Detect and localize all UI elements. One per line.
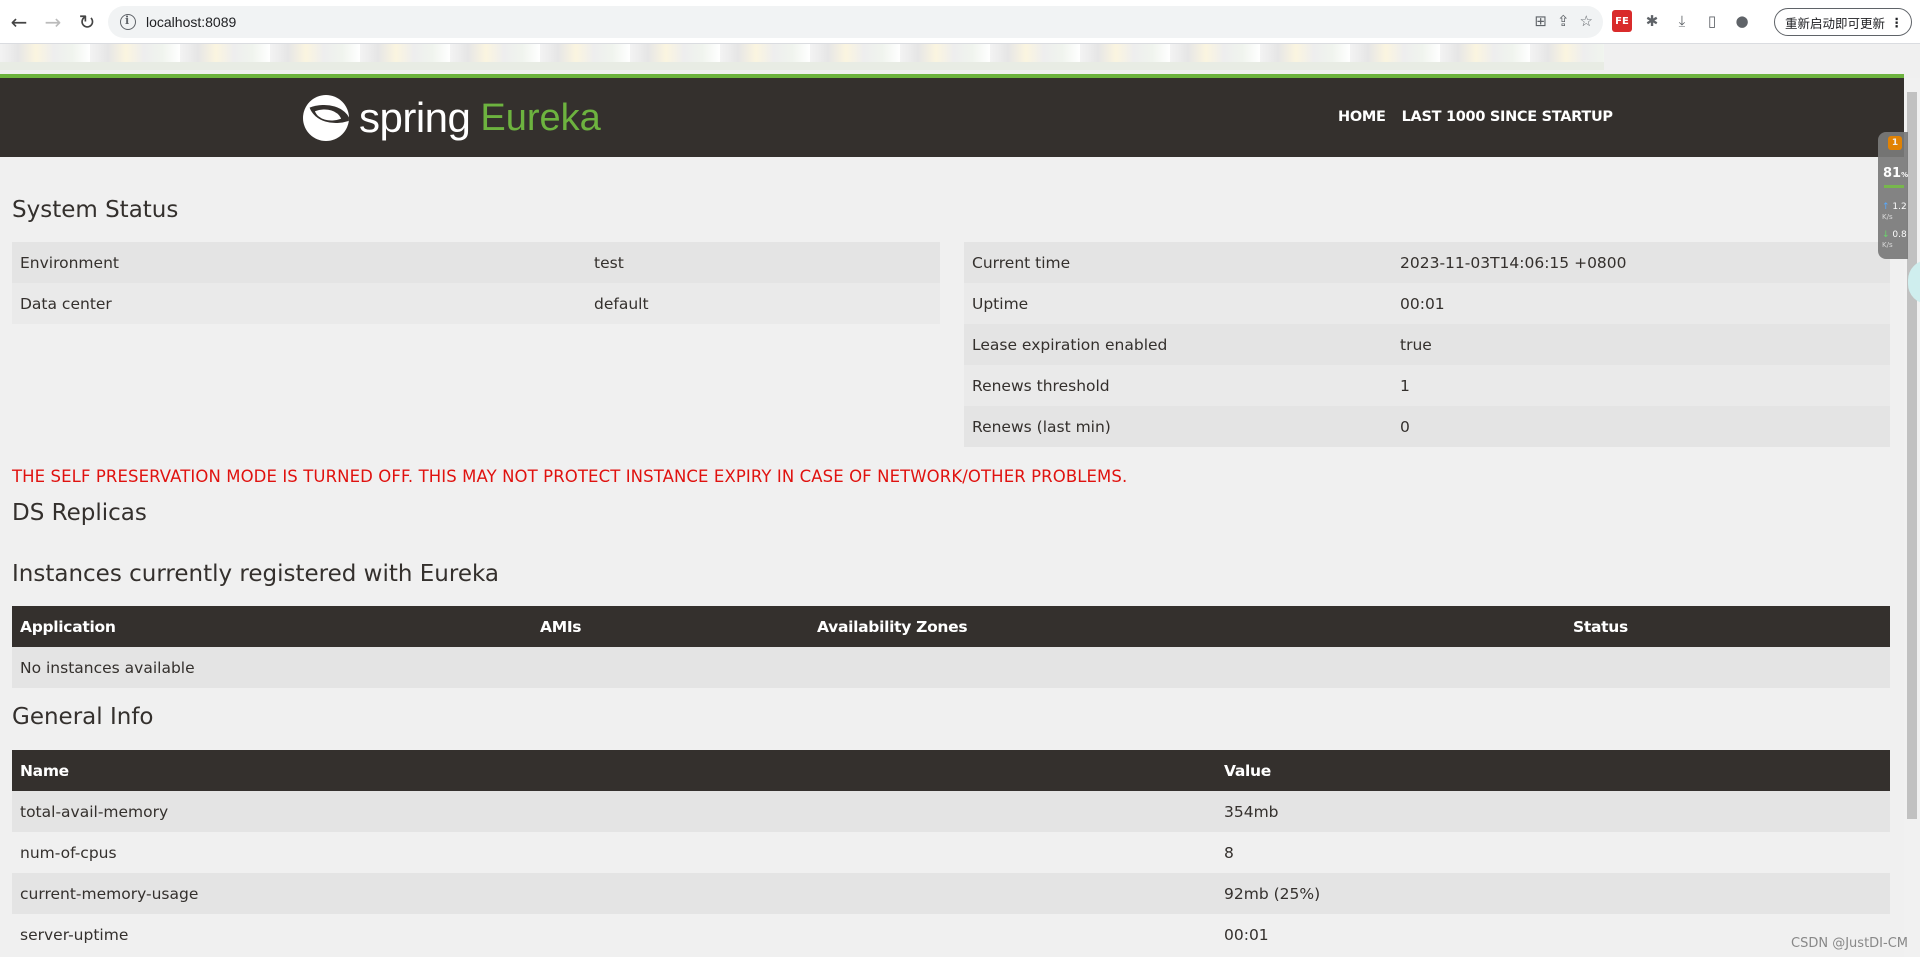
- menu-dots-icon[interactable]: ⋮: [1891, 15, 1904, 30]
- download-arrow-icon: ↓: [1882, 230, 1890, 240]
- table-cell-label: Renews (last min): [964, 406, 1392, 447]
- extension-fe-icon[interactable]: FE: [1612, 10, 1632, 32]
- table-cell-value: 2023-11-03T14:06:15 +0800: [1392, 242, 1890, 283]
- logo-eureka-text: Eureka: [480, 96, 601, 139]
- logo-spring-text: spring: [359, 94, 471, 141]
- table-row: Renews threshold 1: [964, 365, 1890, 406]
- scrollbar-thumb[interactable]: [1907, 92, 1917, 819]
- table-row: current-memory-usage 92mb (25%): [12, 873, 1890, 914]
- spring-leaf-icon: [303, 95, 349, 141]
- translate-icon[interactable]: ⊞: [1534, 12, 1547, 30]
- table-cell-value: 00:01: [1216, 914, 1890, 955]
- memory-percent: 81%: [1883, 166, 1908, 181]
- update-button-label: 重新启动即可更新: [1785, 15, 1886, 31]
- download-speed-unit: K/s: [1882, 241, 1893, 249]
- instances-table: Application AMIs Availability Zones Stat…: [12, 606, 1890, 688]
- upload-arrow-icon: ↑: [1882, 202, 1890, 212]
- bookmarks-bar: [0, 44, 1604, 70]
- ds-replicas-title: DS Replicas: [12, 500, 147, 526]
- spring-eureka-logo[interactable]: spring Eureka: [303, 94, 601, 142]
- table-cell-value: 8: [1216, 832, 1890, 873]
- table-row: server-uptime 00:01: [12, 914, 1890, 955]
- forward-arrow-icon[interactable]: →: [38, 7, 68, 37]
- nav-link-last-1000[interactable]: LAST 1000 SINCE STARTUP: [1402, 109, 1613, 125]
- table-cell-value: test: [586, 242, 940, 283]
- table-row: Data center default: [12, 283, 940, 324]
- site-info-icon[interactable]: [120, 14, 136, 30]
- system-status-right-table: Current time 2023-11-03T14:06:15 +0800 U…: [964, 242, 1890, 447]
- table-cell-value: 92mb (25%): [1216, 873, 1890, 914]
- update-button[interactable]: 重新启动即可更新 ⋮: [1774, 8, 1912, 36]
- nav-links: HOME LAST 1000 SINCE STARTUP: [1338, 109, 1613, 125]
- nav-link-home[interactable]: HOME: [1338, 109, 1386, 125]
- table-cell-label: Environment: [12, 242, 586, 283]
- general-info-title: General Info: [12, 704, 154, 730]
- back-arrow-icon[interactable]: ←: [4, 7, 34, 37]
- column-header-value: Value: [1216, 750, 1890, 791]
- table-row: total-avail-memory 354mb: [12, 791, 1890, 832]
- table-row: No instances available: [12, 647, 1890, 688]
- table-cell-label: Uptime: [964, 283, 1392, 324]
- instances-title: Instances currently registered with Eure…: [12, 561, 499, 587]
- table-cell-name: server-uptime: [12, 914, 1216, 955]
- system-status-left-table: Environment test Data center default: [12, 242, 940, 324]
- column-header-amis: AMIs: [532, 606, 809, 647]
- notification-badge: 1: [1888, 136, 1902, 150]
- table-cell-label: Renews threshold: [964, 365, 1392, 406]
- table-cell-label: Data center: [12, 283, 586, 324]
- upload-speed: ↑ 1.2 K/s: [1882, 202, 1907, 222]
- watermark-text: CSDN @JustDI-CM: [1791, 936, 1908, 951]
- table-cell-name: num-of-cpus: [12, 832, 1216, 873]
- table-header-row: Name Value: [12, 750, 1890, 791]
- table-row: Renews (last min) 0: [964, 406, 1890, 447]
- general-info-table: Name Value total-avail-memory 354mb num-…: [12, 750, 1890, 955]
- network-speed-widget[interactable]: 1 81% ↑ 1.2 K/s ↓ 0.8 K/s: [1878, 132, 1908, 259]
- upload-speed-unit: K/s: [1882, 213, 1893, 221]
- table-row: Environment test: [12, 242, 940, 283]
- table-row: Uptime 00:01: [964, 283, 1890, 324]
- table-cell-value: 0: [1392, 406, 1890, 447]
- memory-percent-unit: %: [1901, 171, 1909, 179]
- memory-bar: [1884, 185, 1904, 188]
- share-icon[interactable]: ⇪: [1557, 12, 1570, 30]
- system-status-title: System Status: [12, 197, 179, 223]
- download-icon[interactable]: ⤓: [1672, 10, 1692, 32]
- no-instances-text: No instances available: [12, 647, 1890, 688]
- table-cell-value: 354mb: [1216, 791, 1890, 832]
- upload-speed-value: 1.2: [1892, 202, 1907, 212]
- profile-avatar-icon[interactable]: ●: [1732, 10, 1752, 32]
- column-header-application: Application: [12, 606, 532, 647]
- side-panel-icon[interactable]: ▯: [1702, 10, 1722, 32]
- table-row: Current time 2023-11-03T14:06:15 +0800: [964, 242, 1890, 283]
- browser-toolbar: ← → ↻ localhost:8089 ⊞ ⇪ ☆ FE ✱ ⤓ ▯ ● 重新…: [0, 0, 1920, 44]
- bookmark-star-icon[interactable]: ☆: [1580, 12, 1593, 30]
- download-speed-value: 0.8: [1892, 230, 1907, 240]
- address-bar[interactable]: localhost:8089 ⊞ ⇪ ☆: [108, 6, 1603, 38]
- memory-percent-value: 81: [1883, 166, 1902, 181]
- table-cell-value: default: [586, 283, 940, 324]
- self-preservation-warning: THE SELF PRESERVATION MODE IS TURNED OFF…: [12, 467, 1128, 486]
- table-row: Lease expiration enabled true: [964, 324, 1890, 365]
- table-cell-label: Lease expiration enabled: [964, 324, 1392, 365]
- table-cell-value: 1: [1392, 365, 1890, 406]
- column-header-availability-zones: Availability Zones: [809, 606, 1565, 647]
- column-header-status: Status: [1565, 606, 1890, 647]
- table-row: num-of-cpus 8: [12, 832, 1890, 873]
- extensions-puzzle-icon[interactable]: ✱: [1642, 10, 1662, 32]
- table-cell-label: Current time: [964, 242, 1392, 283]
- table-header-row: Application AMIs Availability Zones Stat…: [12, 606, 1890, 647]
- eureka-navbar: spring Eureka HOME LAST 1000 SINCE START…: [0, 78, 1904, 157]
- download-speed: ↓ 0.8 K/s: [1882, 230, 1907, 250]
- table-cell-value: true: [1392, 324, 1890, 365]
- table-cell-name: current-memory-usage: [12, 873, 1216, 914]
- table-cell-value: 00:01: [1392, 283, 1890, 324]
- table-cell-name: total-avail-memory: [12, 791, 1216, 832]
- reload-icon[interactable]: ↻: [72, 7, 102, 37]
- column-header-name: Name: [12, 750, 1216, 791]
- url-text[interactable]: localhost:8089: [146, 14, 236, 30]
